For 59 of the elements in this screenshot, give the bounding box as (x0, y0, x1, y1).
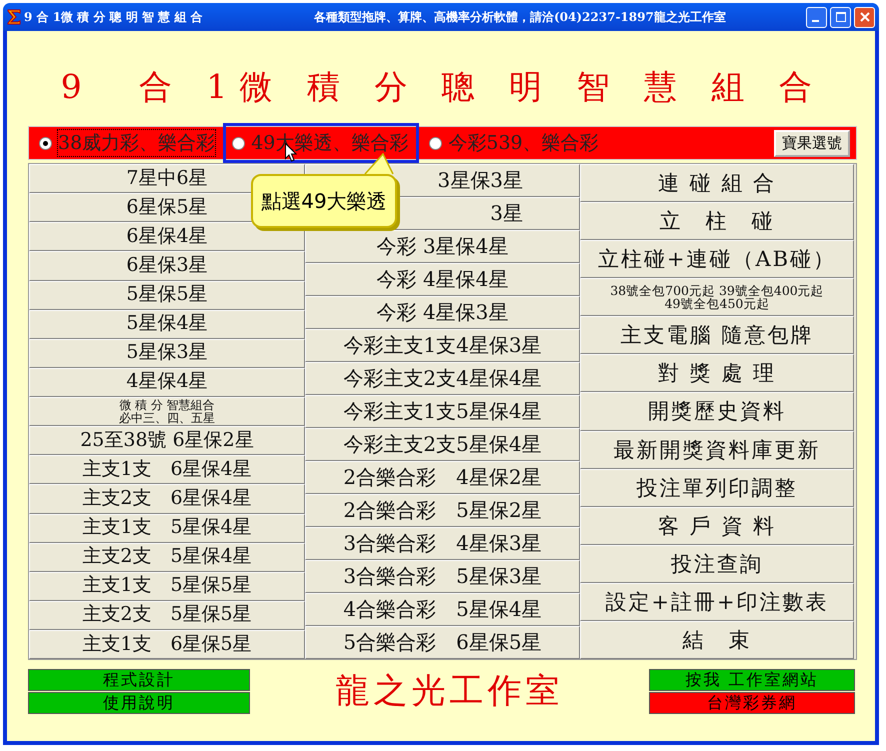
footer-button[interactable]: 按我 工作室網站 (649, 668, 855, 690)
menu-button[interactable]: 今彩主支2支5星保4星 (305, 428, 580, 461)
minimize-icon (812, 20, 818, 22)
close-button[interactable] (854, 6, 875, 28)
menu-button[interactable]: 3合樂合彩 4星保3星 (305, 527, 580, 560)
menu-button[interactable]: 立 柱 碰 (580, 202, 854, 240)
menu-button[interactable]: 6星保4星 (29, 222, 305, 252)
game-radio[interactable]: 38威力彩、樂合彩 (39, 129, 222, 157)
menu-button[interactable]: 連 碰 組 合 (580, 164, 854, 202)
menu-button[interactable]: 5合樂合彩 6星保5星 (305, 626, 580, 659)
close-icon (858, 11, 870, 23)
menu-button[interactable]: 5星保3星 (29, 338, 305, 368)
menu-button[interactable]: 3合樂合彩 5星保3星 (305, 560, 580, 593)
menu-button[interactable]: 對 獎 處 理 (580, 354, 854, 392)
menu-button[interactable]: 6星保3星 (29, 251, 305, 280)
maximize-button[interactable] (830, 6, 851, 28)
menu-button[interactable]: 2合樂合彩 4星保2星 (305, 461, 580, 494)
menu-button[interactable]: 主支2支 5星保4星 (29, 542, 305, 572)
menu-button[interactable]: 最新開獎資料庫更新 (580, 430, 854, 469)
menu-button[interactable]: 今彩 3星保4星 (305, 230, 580, 263)
menu-button[interactable]: 設定+註冊+印注數表 (580, 582, 854, 621)
footer-button[interactable]: 使用說明 (28, 692, 250, 714)
menu-button[interactable]: 38號全包700元起 39號全包400元起 49號全包450元起 (580, 278, 854, 316)
menu-button[interactable]: 開獎歷史資料 (580, 392, 854, 431)
minimize-button[interactable] (806, 6, 827, 28)
menu-button[interactable]: 投注查詢 (580, 544, 854, 583)
menu-button[interactable]: 主支1支 6星保5星 (29, 630, 305, 660)
menu-button[interactable]: 主支1支 5星保4星 (29, 514, 305, 543)
window-title: 9 合 1微 積 分 聰 明 智 慧 組 合 (24, 8, 204, 26)
app-heading: 9 合 1微 積 分 聰 明 智 慧 組 合 (60, 66, 826, 108)
menu-button[interactable]: 5星保4星 (29, 310, 305, 339)
game-radio[interactable]: 今彩539、樂合彩 (429, 129, 605, 157)
menu-button[interactable]: 微 積 分 智慧組合 必中三、四、五星 (29, 397, 305, 426)
menu-button[interactable]: 2合樂合彩 5星保2星 (305, 494, 580, 527)
menu-button[interactable]: 主支1支 5星保5星 (29, 572, 305, 601)
menu-button[interactable]: 4星保4星 (29, 368, 305, 397)
footer-button[interactable]: 程式設計 (28, 668, 250, 690)
menu-button[interactable]: 今彩主支1支5星保4星 (305, 395, 580, 428)
menu-button[interactable]: 5星保5星 (29, 280, 305, 310)
menu-button[interactable]: 25至38號 6星保2星 (29, 426, 305, 456)
menu-button[interactable]: 客 戶 資 料 (580, 506, 854, 545)
menu-button[interactable]: 今彩主支2支4星保4星 (305, 362, 580, 395)
sigma-icon (7, 9, 21, 25)
menu-button[interactable]: 主支1支 6星保4星 (29, 455, 305, 484)
footer-button[interactable]: 台灣彩券網 (649, 692, 855, 714)
menu-button[interactable]: 今彩 4星保4星 (305, 263, 580, 296)
studio-name: 龍之光工作室 (336, 670, 564, 713)
menu-button[interactable]: 主支2支 6星保4星 (29, 484, 305, 514)
menu-button[interactable]: 主支2支 5星保5星 (29, 600, 305, 630)
menu-button[interactable]: 投注單列印調整 (580, 468, 854, 507)
menu-button[interactable]: 結 束 (580, 620, 854, 660)
menu-button[interactable]: 今彩主支1支4星保3星 (305, 329, 580, 362)
menu-button[interactable]: 4合樂合彩 5星保4星 (305, 593, 580, 626)
window-caption: 各種類型拖牌、算牌、高機率分析軟體，請洽(04)2237-1897龍之光工作室 (314, 8, 727, 26)
menu-button[interactable]: 主支電腦 隨意包牌 (580, 316, 854, 354)
menu-button[interactable]: 今彩 4星保3星 (305, 296, 580, 329)
pick-numbers-button[interactable]: 寶果選號 (774, 130, 850, 156)
maximize-icon (834, 11, 846, 23)
menu-button[interactable]: 立柱碰+連碰（AB碰） (580, 240, 854, 278)
